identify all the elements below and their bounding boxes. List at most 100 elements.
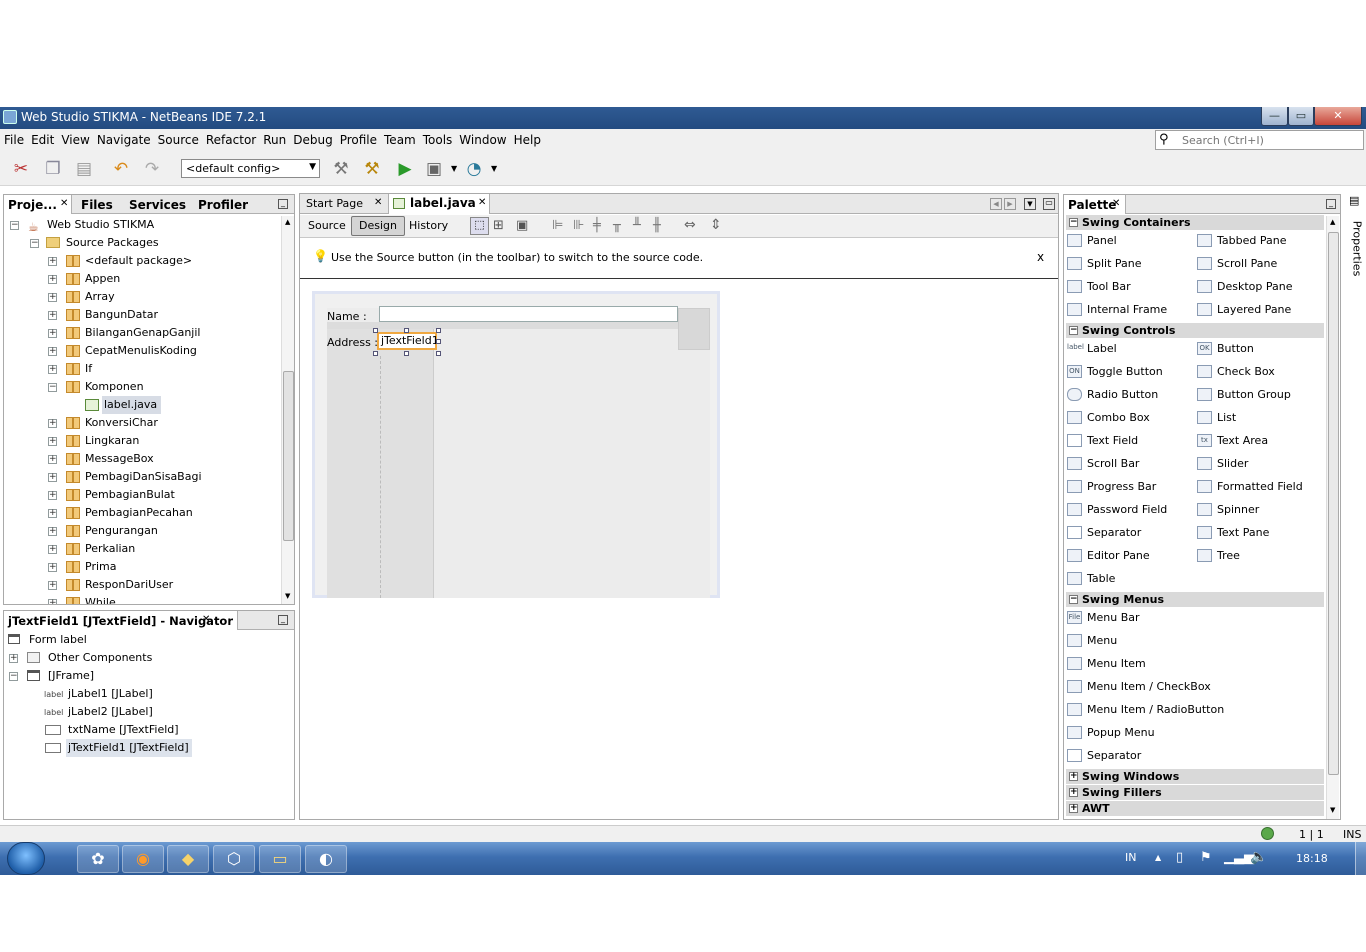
hint-close-button[interactable]: x [1037, 250, 1044, 264]
minimize-button[interactable]: — [1261, 107, 1288, 126]
update-icon[interactable] [1261, 827, 1274, 840]
palette-item-label[interactable]: label Label [1067, 339, 1117, 359]
scroll-down-icon[interactable]: ▼ [285, 592, 290, 600]
connection-mode-icon[interactable]: ⊞ [493, 218, 504, 233]
palette-item-menu-bar[interactable]: File Menu Bar [1067, 608, 1140, 628]
close-tab-icon[interactable]: ✕ [1112, 198, 1120, 209]
taskbar-app-icon[interactable]: ✿ [77, 845, 119, 873]
menu-file[interactable]: File [0, 129, 27, 147]
collapse-icon[interactable]: − [9, 672, 18, 681]
palette-item-menu-separator[interactable]: Separator [1067, 746, 1141, 766]
resize-horizontal-icon[interactable]: ⇔ [684, 217, 696, 233]
palette-item-button[interactable]: OK Button [1197, 339, 1254, 359]
tree-node-source-packages[interactable]: − Source Packages [8, 234, 278, 252]
preview-design-icon[interactable]: ▣ [516, 218, 528, 233]
tree-node-package[interactable]: + KonversiChar [8, 414, 278, 432]
selection-mode-icon[interactable]: ⬚ [470, 217, 489, 235]
menu-navigate[interactable]: Navigate [93, 129, 154, 147]
tree-node-package[interactable]: + Perkalian [8, 540, 278, 558]
menu-view[interactable]: View [57, 129, 92, 147]
close-tab-icon[interactable]: ✕ [374, 197, 382, 208]
expand-icon[interactable]: + [48, 419, 57, 428]
redo-icon[interactable]: ↷ [141, 158, 163, 180]
palette-item-menu-item[interactable]: Menu Item [1067, 654, 1146, 674]
palette-item-tree[interactable]: Tree [1197, 546, 1240, 566]
tree-node-package[interactable]: + BilanganGenapGanjil [8, 324, 278, 342]
tree-scrollbar[interactable]: ▲ ▼ [281, 216, 294, 604]
palette-item-text-area[interactable]: tx Text Area [1197, 431, 1268, 451]
collapse-icon[interactable]: − [10, 221, 19, 230]
expand-icon[interactable]: + [1069, 804, 1078, 813]
resize-vertical-icon[interactable]: ⇕ [710, 217, 722, 233]
scroll-thumb[interactable] [1328, 232, 1339, 775]
menu-profile[interactable]: Profile [336, 129, 380, 147]
debug-dropdown-icon[interactable]: ▼ [451, 164, 457, 173]
design-mode-button[interactable]: Design [351, 216, 405, 236]
align-right-icon[interactable]: ⊪ [573, 218, 584, 233]
scroll-right-icon[interactable]: ▶ [1004, 198, 1016, 210]
resize-handle[interactable] [373, 351, 378, 356]
search-box[interactable]: ⚲ [1155, 130, 1364, 150]
nav-node-other[interactable]: + Other Components [6, 649, 292, 667]
cut-icon[interactable]: ✂ [10, 158, 32, 180]
palette-item-internal-frame[interactable]: Internal Frame [1067, 300, 1167, 320]
tree-node-package[interactable]: + CepatMenulisKoding [8, 342, 278, 360]
menu-window[interactable]: Window [455, 129, 509, 147]
expand-icon[interactable]: + [48, 311, 57, 320]
copy-icon[interactable]: ❐ [42, 158, 64, 180]
expand-icon[interactable]: + [9, 654, 18, 663]
expand-icon[interactable]: + [48, 275, 57, 284]
palette-item-text-field[interactable]: Text Field [1067, 431, 1138, 451]
address-label[interactable]: Address : [327, 336, 378, 349]
device-icon[interactable]: ▯ [1176, 850, 1183, 865]
expand-icon[interactable]: + [48, 455, 57, 464]
explorer-icon[interactable]: ▭ [259, 845, 301, 873]
palette-item-check-box[interactable]: Check Box [1197, 362, 1275, 382]
start-button[interactable] [7, 842, 45, 875]
expand-icon[interactable]: + [48, 581, 57, 590]
close-tab-icon[interactable]: ✕ [478, 197, 486, 208]
source-mode-button[interactable]: Source [308, 219, 346, 232]
nav-node-item-selected[interactable]: jTextField1 [JTextField] [6, 739, 292, 757]
expand-icon[interactable]: + [48, 599, 57, 604]
align-top-icon[interactable]: ╥ [613, 218, 621, 233]
palette-section-fillers[interactable]: + Swing Fillers [1066, 785, 1324, 800]
nav-node-frame[interactable]: − [JFrame] [6, 667, 292, 685]
show-hidden-icons[interactable]: ▲ [1155, 853, 1161, 862]
minimize-panel-icon[interactable]: _ [278, 199, 288, 209]
paint-icon[interactable]: ◐ [305, 845, 347, 873]
palette-item-separator[interactable]: Separator [1067, 523, 1141, 543]
palette-section-containers[interactable]: − Swing Containers [1066, 215, 1324, 230]
paste-icon[interactable]: ▤ [73, 158, 95, 180]
tab-profiler[interactable]: Profiler [194, 195, 252, 214]
expand-icon[interactable]: + [48, 329, 57, 338]
volume-icon[interactable]: 🔈 [1250, 849, 1267, 865]
palette-item-formatted-field[interactable]: Formatted Field [1197, 477, 1303, 497]
expand-icon[interactable]: + [48, 509, 57, 518]
minimize-panel-icon[interactable]: _ [278, 615, 288, 625]
expand-icon[interactable]: + [48, 257, 57, 266]
palette-item-panel[interactable]: Panel [1067, 231, 1117, 251]
tree-node-package[interactable]: + Lingkaran [8, 432, 278, 450]
palette-item-button-group[interactable]: Button Group [1197, 385, 1291, 405]
tree-node-package[interactable]: + PembagianPecahan [8, 504, 278, 522]
resize-handle[interactable] [373, 328, 378, 333]
menu-refactor[interactable]: Refactor [202, 129, 259, 147]
palette-item-table[interactable]: Table [1067, 569, 1115, 589]
tree-node-project[interactable]: − ☕ Web Studio STIKMA [8, 216, 278, 234]
resize-handle[interactable] [436, 328, 441, 333]
palette-item-spinner[interactable]: Spinner [1197, 500, 1259, 520]
menu-tools[interactable]: Tools [419, 129, 456, 147]
profile-dropdown-icon[interactable]: ▼ [491, 164, 497, 173]
run-icon[interactable]: ▶ [394, 158, 416, 180]
tree-node-package[interactable]: − Komponen [8, 378, 278, 396]
palette-item-split-pane[interactable]: Split Pane [1067, 254, 1142, 274]
tree-node-package[interactable]: + Pengurangan [8, 522, 278, 540]
resize-handle[interactable] [436, 339, 441, 344]
tree-node-package[interactable]: + <default package> [8, 252, 278, 270]
tree-node-package[interactable]: + If [8, 360, 278, 378]
palette-item-text-pane[interactable]: Text Pane [1197, 523, 1269, 543]
resize-handle[interactable] [436, 351, 441, 356]
scroll-left-icon[interactable]: ◀ [990, 198, 1002, 210]
expand-icon[interactable]: + [1069, 772, 1078, 781]
